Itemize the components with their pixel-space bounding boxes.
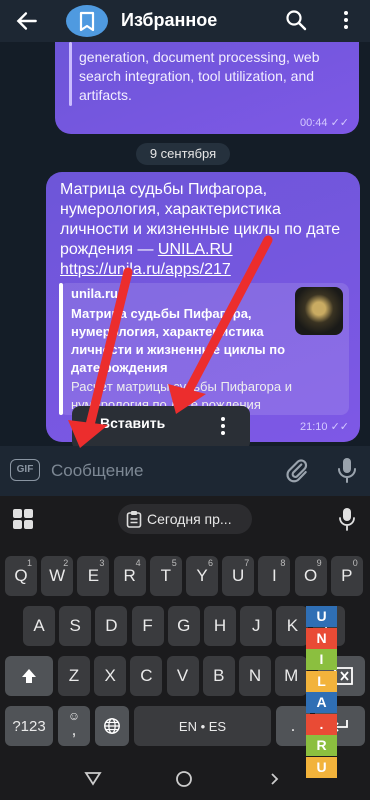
date-separator: 9 сентября <box>136 143 230 165</box>
message-time: 21:10 ✓✓ <box>300 420 349 433</box>
microphone-icon[interactable] <box>334 456 360 484</box>
key-j[interactable]: J <box>240 606 273 646</box>
key-r[interactable]: R <box>113 556 146 596</box>
time-label: 00:44 <box>300 117 328 129</box>
key-b[interactable]: B <box>202 656 235 696</box>
key-s[interactable]: S <box>59 606 92 646</box>
message-text: Матрица судьбы Пифагора, нумерология, ха… <box>60 180 350 280</box>
clipboard-chip-label: Сегодня пр... <box>147 511 232 527</box>
preview-site: unila.ru <box>71 286 118 301</box>
key-hint: 9 <box>316 558 322 568</box>
comma-label: , <box>71 720 77 739</box>
key-hint: 1 <box>27 558 33 568</box>
back-arrow-icon[interactable] <box>14 8 40 34</box>
more-vert-icon[interactable] <box>215 416 231 436</box>
shift-key[interactable] <box>5 656 53 696</box>
chat-title[interactable]: Избранное <box>121 10 217 31</box>
key-f[interactable]: F <box>131 606 164 646</box>
watermark-letter: I <box>306 649 337 670</box>
key-a[interactable]: A <box>23 606 55 646</box>
message-text: generation, document processing, web sea… <box>79 49 320 103</box>
key-c[interactable]: C <box>130 656 163 696</box>
inline-link[interactable]: UNILA.RU <box>158 241 233 258</box>
double-check-icon: ✓✓ <box>330 421 350 433</box>
key-t[interactable]: T <box>149 556 182 596</box>
watermark-letter: L <box>306 670 337 692</box>
key-n[interactable]: N <box>239 656 271 696</box>
gif-button[interactable]: GIF <box>10 459 40 481</box>
message-time: 00:44 ✓✓ <box>300 116 349 129</box>
key-hint: 6 <box>208 558 214 568</box>
paperclip-icon[interactable] <box>284 458 310 484</box>
key-g[interactable]: G <box>167 606 200 646</box>
globe-icon <box>104 718 120 734</box>
watermark-letter: U <box>306 756 337 778</box>
key-x[interactable]: X <box>94 656 127 696</box>
symbols-key[interactable]: ?123 <box>5 706 53 746</box>
key-q[interactable]: Q <box>5 556 37 596</box>
comma-emoji-key[interactable]: ☺ , <box>58 706 90 746</box>
key-u[interactable]: U <box>222 556 255 596</box>
key-o[interactable]: O <box>294 556 327 596</box>
preview-accent-bar <box>59 283 63 415</box>
key-m[interactable]: M <box>275 656 308 696</box>
period-key[interactable]: . <box>276 706 310 746</box>
watermark-letter: N <box>306 627 337 649</box>
watermark-letter: U <box>306 606 337 627</box>
clipboard-icon <box>126 511 142 528</box>
recents-icon[interactable] <box>270 770 288 788</box>
globe-key[interactable] <box>95 706 129 746</box>
bookmark-icon <box>79 11 95 32</box>
shift-icon <box>22 669 36 683</box>
avatar[interactable] <box>66 5 108 37</box>
preview-thumbnail <box>295 287 343 335</box>
key-hint: 4 <box>135 558 141 568</box>
more-vert-icon[interactable] <box>334 8 358 32</box>
watermark-letter: . <box>306 713 337 735</box>
key-d[interactable]: D <box>95 606 128 646</box>
time-label: 21:10 <box>300 421 328 433</box>
message-url-link[interactable]: https://unila.ru/apps/217 <box>60 261 231 278</box>
message-input[interactable] <box>51 459 271 483</box>
key-hint: 5 <box>171 558 177 568</box>
watermark-letter: A <box>306 692 337 713</box>
double-check-icon: ✓✓ <box>330 117 350 129</box>
home-circle-icon[interactable] <box>175 770 193 788</box>
back-triangle-icon[interactable] <box>84 770 102 786</box>
key-hint: 0 <box>352 558 358 568</box>
key-h[interactable]: H <box>204 606 236 646</box>
key-hint: 7 <box>244 558 250 568</box>
space-key[interactable]: EN • ES <box>134 706 271 746</box>
key-v[interactable]: V <box>166 656 199 696</box>
key-hint: 8 <box>280 558 286 568</box>
search-icon[interactable] <box>284 8 308 32</box>
key-hint: 3 <box>99 558 105 568</box>
key-e[interactable]: E <box>77 556 110 596</box>
key-w[interactable]: W <box>41 556 74 596</box>
preview-title: Матрица судьбы Пифагора, нумерология, ха… <box>71 306 286 375</box>
watermark-letter: R <box>306 735 337 756</box>
key-hint: 2 <box>63 558 69 568</box>
microphone-icon[interactable] <box>338 507 356 531</box>
grid-icon[interactable] <box>12 508 34 530</box>
key-i[interactable]: I <box>258 556 291 596</box>
key-z[interactable]: Z <box>58 656 90 696</box>
paste-button[interactable]: Вставить <box>100 415 165 431</box>
key-k[interactable]: K <box>276 606 309 646</box>
key-p[interactable]: P <box>330 556 363 596</box>
quote-bar <box>69 42 72 106</box>
key-y[interactable]: Y <box>186 556 218 596</box>
watermark-logo: UNILA.RU <box>306 606 337 778</box>
